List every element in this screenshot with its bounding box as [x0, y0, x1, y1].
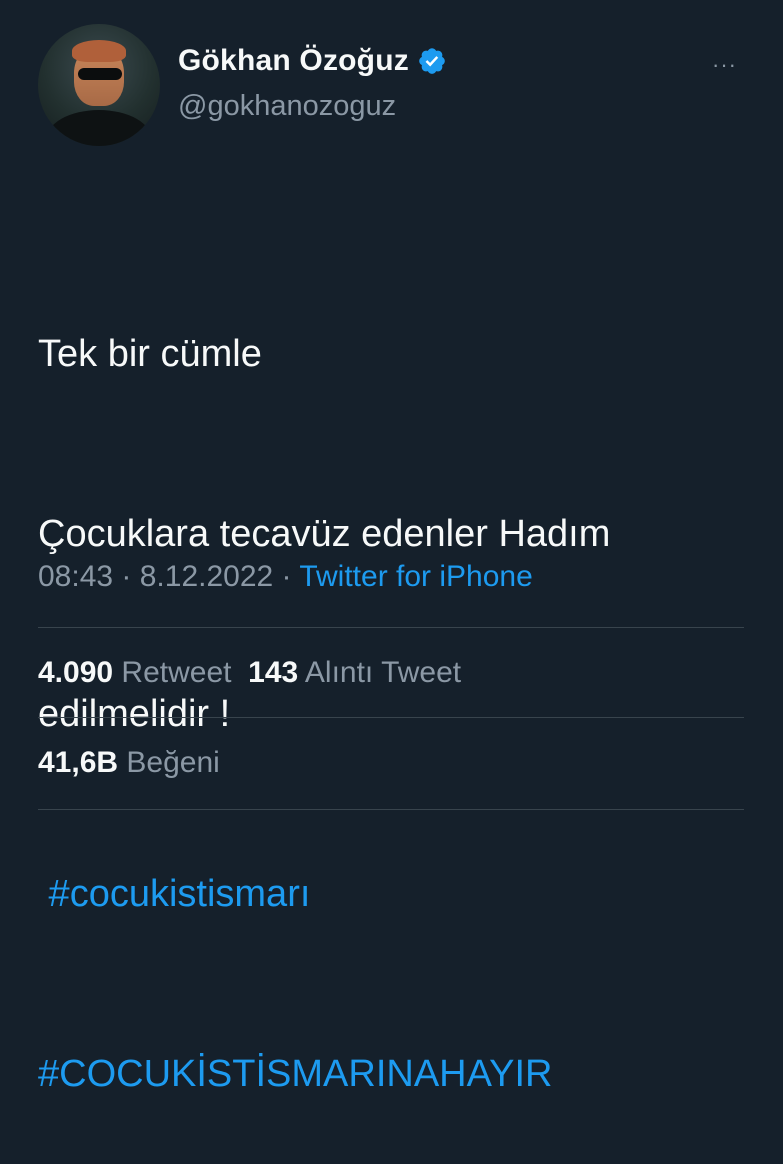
tweet-source-link[interactable]: Twitter for iPhone — [299, 560, 532, 593]
like-count: 41,6B — [38, 746, 119, 779]
divider — [38, 809, 744, 810]
more-options-icon[interactable]: ··· — [712, 52, 737, 78]
tweet-line: edilmelidir ! — [38, 693, 231, 735]
tweet-line: Çocuklara tecavüz edenler Hadım — [38, 513, 611, 555]
avatar-shirt — [46, 110, 152, 146]
name-row: Gökhan Özoğuz — [178, 44, 447, 78]
divider — [38, 627, 744, 628]
avatar-glasses — [78, 68, 122, 80]
retweet-count: 4.090 — [38, 656, 114, 689]
tweet-time[interactable]: 08:43 — [38, 560, 113, 593]
tweet-meta: 08:43 · 8.12.2022 · Twitter for iPhone — [38, 560, 533, 594]
likes-link[interactable]: 41,6B Beğeni — [38, 746, 220, 779]
verified-badge-icon — [419, 48, 445, 74]
like-label: Beğeni — [126, 746, 220, 779]
retweet-stats: 4.090 Retweet 143 Alıntı Tweet — [38, 656, 461, 690]
quotes-link[interactable]: 143 Alıntı Tweet — [248, 656, 461, 689]
quote-count: 143 — [248, 656, 299, 689]
user-handle[interactable]: @gokhanozoguz — [178, 90, 396, 123]
avatar[interactable] — [38, 24, 160, 146]
hashtag-link[interactable]: #COCUKİSTİSMARINAHAYIR — [38, 1044, 610, 1104]
display-name[interactable]: Gökhan Özoğuz — [178, 44, 409, 78]
quote-label: Alıntı Tweet — [304, 656, 462, 689]
meta-separator: · — [273, 560, 300, 593]
hashtag-link[interactable]: #cocukistismarı — [38, 864, 610, 924]
meta-separator: · — [113, 560, 140, 593]
tweet-date[interactable]: 8.12.2022 — [140, 560, 273, 593]
retweets-link[interactable]: 4.090 Retweet — [38, 656, 231, 689]
avatar-hair — [72, 40, 126, 62]
retweet-label: Retweet — [121, 656, 232, 689]
divider — [38, 717, 744, 718]
like-stats: 41,6B Beğeni — [38, 746, 220, 780]
tweet-line: Tek bir cümle — [38, 333, 262, 375]
